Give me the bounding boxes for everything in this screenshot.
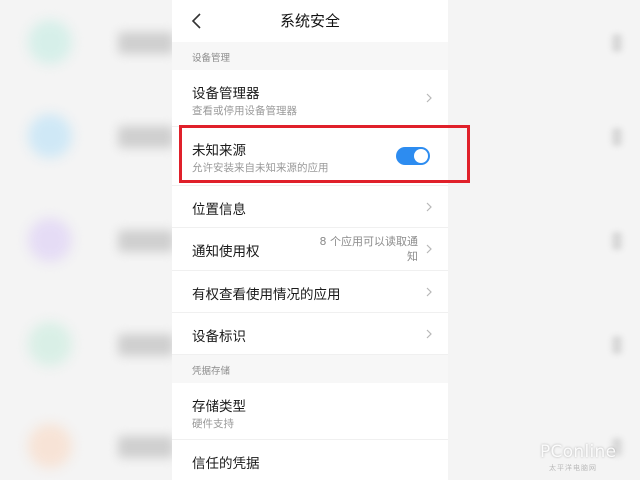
watermark-logo: PConline (540, 442, 617, 462)
setting-device-id[interactable]: 设备标识 (172, 313, 448, 355)
blurred-label (118, 334, 174, 356)
chevron-right-icon (426, 202, 432, 212)
setting-storage-type[interactable]: 存储类型 硬件支持 (172, 383, 448, 440)
setting-subtitle: 硬件支持 (192, 418, 234, 430)
setting-notification-access[interactable]: 通知使用权 8 个应用可以读取通 知 (172, 228, 448, 271)
setting-subtitle: 查看或停用设备管理器 (192, 105, 297, 117)
chevron-right-icon (612, 128, 622, 146)
setting-title: 设备标识 (192, 329, 246, 345)
watermark-subtitle: 太平洋电脑网 (549, 464, 597, 472)
chevron-right-icon (612, 232, 622, 250)
setting-value-line: 知 (407, 250, 418, 263)
setting-title: 信任的凭据 (192, 456, 260, 472)
blurred-label (118, 32, 174, 54)
setting-location[interactable]: 位置信息 (172, 186, 448, 228)
setting-value-line: 8 个应用可以读取通 (319, 235, 419, 248)
setting-value: 8 个应用可以读取通 知 (308, 234, 419, 264)
app-icon (28, 322, 72, 366)
page-title: 系统安全 (279, 12, 340, 30)
setting-usage-access[interactable]: 有权查看使用情况的应用 (172, 271, 448, 313)
chevron-right-icon (612, 34, 622, 52)
setting-device-admin[interactable]: 设备管理器 查看或停用设备管理器 (172, 70, 448, 127)
system-security-panel: 系统安全 设备管理 设备管理器 查看或停用设备管理器 未知来源 允许安装来自未知… (172, 0, 448, 480)
highlight-box (179, 125, 470, 183)
chevron-right-icon (426, 244, 432, 254)
app-icon (28, 114, 72, 158)
chevron-right-icon (426, 287, 432, 297)
app-icon (28, 424, 72, 468)
chevron-right-icon (426, 329, 432, 339)
blurred-label (118, 436, 174, 458)
section-label-device-management: 设备管理 (172, 42, 448, 70)
setting-title: 通知使用权 (192, 244, 260, 260)
chevron-right-icon (612, 336, 622, 354)
section-label-credential-storage: 凭据存储 (172, 355, 448, 383)
setting-title: 有权查看使用情况的应用 (192, 287, 341, 303)
chevron-right-icon (426, 93, 432, 103)
blurred-label (118, 126, 174, 148)
app-icon (28, 218, 72, 262)
setting-title: 设备管理器 (192, 86, 260, 102)
setting-trusted-credentials[interactable]: 信任的凭据 (172, 440, 448, 480)
setting-title: 存储类型 (192, 399, 246, 415)
header: 系统安全 (172, 0, 448, 42)
setting-title: 位置信息 (192, 202, 246, 218)
blurred-label (118, 230, 174, 252)
app-icon (28, 20, 72, 64)
